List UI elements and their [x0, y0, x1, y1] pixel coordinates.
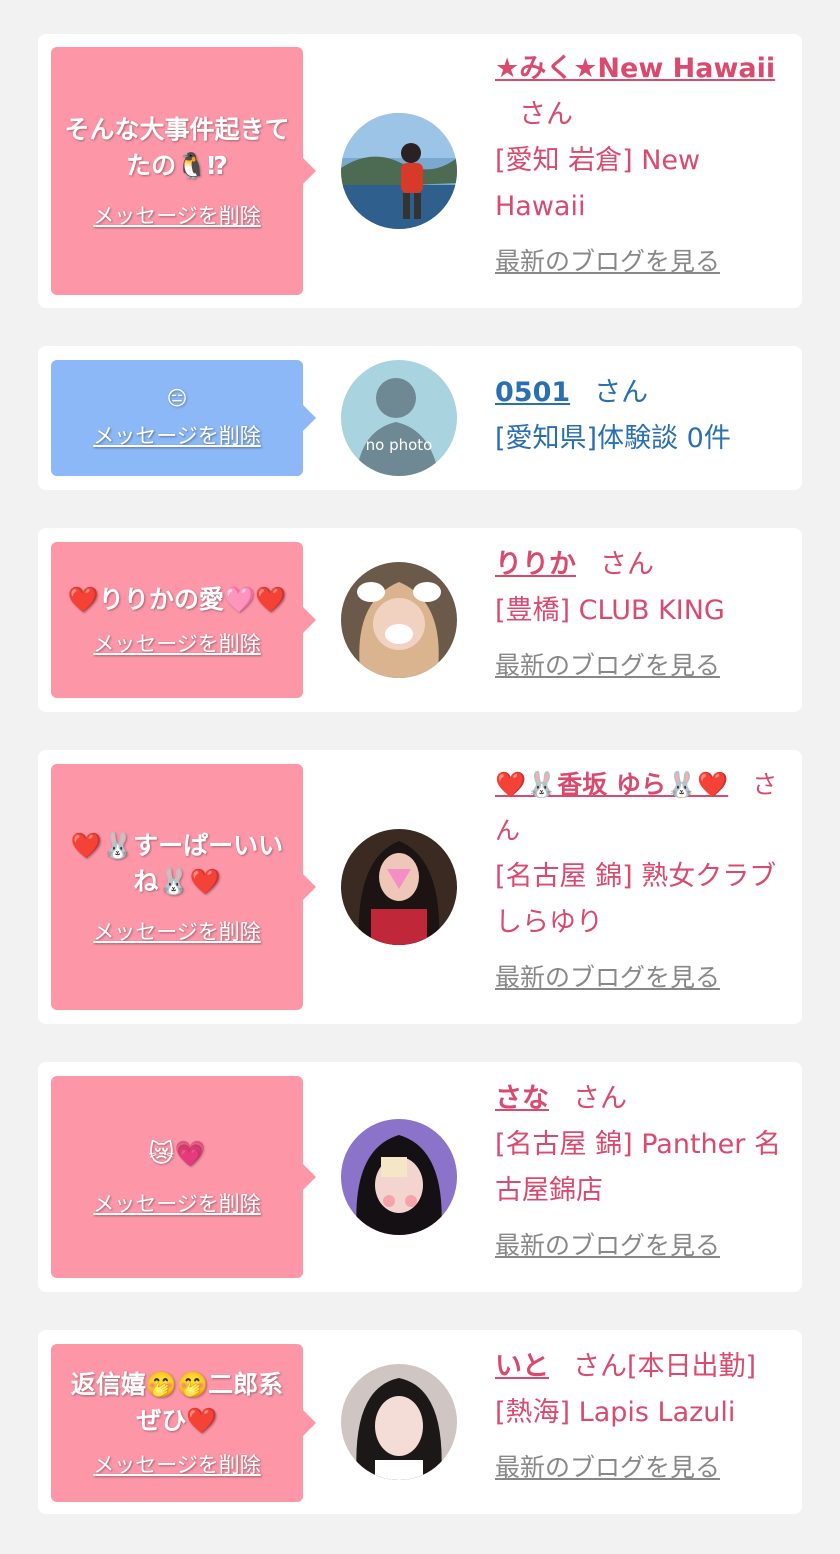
- avatar[interactable]: [341, 1119, 457, 1235]
- message-card: そんな大事件起きてたの🐧⁉ メッセージを削除 ★みく★New Hawaii さん …: [38, 34, 802, 308]
- avatar-photo-icon: [341, 829, 457, 945]
- user-info: りりか さん [豊橋] CLUB KING 最新のブログを見る: [495, 542, 795, 682]
- user-name-link[interactable]: 0501: [495, 377, 570, 408]
- user-info: いと さん[本日出勤] [熱海] Lapis Lazuli 最新のブログを見る: [495, 1344, 795, 1484]
- delete-message-link[interactable]: メッセージを削除: [93, 200, 261, 230]
- message-bubble: 😑 メッセージを削除: [51, 360, 316, 476]
- user-name-link[interactable]: さな: [495, 1083, 549, 1114]
- message-text: そんな大事件起きてたの🐧⁉: [64, 115, 290, 180]
- delete-message-link[interactable]: メッセージを削除: [93, 628, 261, 658]
- message-card: 返信嬉🤭🤭二郎系ぜひ❤️ メッセージを削除 いと さん[本日出勤] [熱海] La…: [38, 1330, 802, 1514]
- message-card: 😑 メッセージを削除 no photo 0501 さん [愛知県]体験談 0件: [38, 346, 802, 490]
- user-info: ★みく★New Hawaii さん [愛知 岩倉] New Hawaii 最新のブ…: [495, 46, 795, 278]
- no-photo-label: no photo: [366, 436, 433, 454]
- shop-info: [熱海] Lapis Lazuli: [495, 1397, 736, 1428]
- no-photo-icon: no photo: [341, 360, 457, 476]
- avatar[interactable]: [341, 562, 457, 678]
- delete-message-link[interactable]: メッセージを削除: [93, 420, 261, 450]
- message-bubble: 返信嬉🤭🤭二郎系ぜひ❤️ メッセージを削除: [51, 1344, 316, 1502]
- shop-info: [名古屋 錦] 熟女クラブしらゆり: [495, 861, 777, 938]
- latest-blog-link[interactable]: 最新のブログを見る: [495, 646, 795, 682]
- user-info: さな さん [名古屋 錦] Panther 名古屋錦店 最新のブログを見る: [495, 1076, 795, 1262]
- message-text: ❤️りりかの愛🩷❤️: [67, 585, 287, 614]
- honorific: さん: [600, 549, 654, 580]
- message-bubble: ❤️🐰すーぱーいいね🐰❤️ メッセージを削除: [51, 764, 316, 1010]
- delete-message-link[interactable]: メッセージを削除: [93, 1449, 261, 1479]
- message-card: 😿💗 メッセージを削除 さな さん [名古屋 錦] Panther 名古屋錦店 最…: [38, 1062, 802, 1292]
- avatar[interactable]: [341, 829, 457, 945]
- user-info: 0501 さん [愛知県]体験談 0件: [495, 370, 795, 462]
- user-info: ❤️🐰香坂 ゆら🐰❤️ さん [名古屋 錦] 熟女クラブしらゆり 最新のブログを見…: [495, 762, 795, 994]
- shop-info: [愛知県]体験談 0件: [495, 423, 731, 454]
- message-text: 😑: [166, 386, 188, 410]
- latest-blog-link[interactable]: 最新のブログを見る: [495, 1448, 795, 1484]
- honorific: さん: [573, 1351, 627, 1382]
- avatar-photo-icon: [341, 1119, 457, 1235]
- message-card: ❤️りりかの愛🩷❤️ メッセージを削除 りりか さん [豊橋] CLUB KING…: [38, 528, 802, 712]
- latest-blog-link[interactable]: 最新のブログを見る: [495, 242, 795, 278]
- avatar-photo-icon: [341, 1364, 457, 1480]
- message-text: ❤️🐰すーぱーいいね🐰❤️: [70, 831, 284, 896]
- message-text: 😿💗: [148, 1139, 206, 1168]
- delete-message-link[interactable]: メッセージを削除: [93, 916, 261, 946]
- shop-info: [名古屋 錦] Panther 名古屋錦店: [495, 1129, 781, 1206]
- message-bubble: ❤️りりかの愛🩷❤️ メッセージを削除: [51, 542, 316, 698]
- message-bubble: そんな大事件起きてたの🐧⁉ メッセージを削除: [51, 47, 316, 295]
- latest-blog-link[interactable]: 最新のブログを見る: [495, 958, 795, 994]
- message-card: ❤️🐰すーぱーいいね🐰❤️ メッセージを削除 ❤️🐰香坂 ゆら🐰❤️ さん [名古…: [38, 750, 802, 1024]
- honorific: さん: [519, 99, 573, 130]
- user-name-link[interactable]: ❤️🐰香坂 ゆら🐰❤️: [495, 770, 728, 799]
- latest-blog-link[interactable]: 最新のブログを見る: [495, 1226, 795, 1262]
- avatar[interactable]: [341, 1364, 457, 1480]
- delete-message-link[interactable]: メッセージを削除: [93, 1188, 261, 1218]
- message-text: 返信嬉🤭🤭二郎系ぜひ❤️: [70, 1370, 284, 1435]
- avatar[interactable]: no photo: [341, 360, 457, 476]
- message-bubble: 😿💗 メッセージを削除: [51, 1076, 316, 1278]
- user-name-link[interactable]: ★みく★New Hawaii: [495, 53, 775, 84]
- avatar-photo-icon: [341, 562, 457, 678]
- avatar-photo-icon: [341, 113, 457, 229]
- attendance-status: [本日出勤]: [627, 1351, 757, 1382]
- user-name-link[interactable]: いと: [495, 1351, 549, 1382]
- avatar[interactable]: [341, 113, 457, 229]
- user-name-link[interactable]: りりか: [495, 549, 576, 580]
- shop-info: [豊橋] CLUB KING: [495, 595, 725, 626]
- shop-info: [愛知 岩倉] New Hawaii: [495, 145, 701, 222]
- honorific: さん: [594, 377, 649, 408]
- honorific: さん: [573, 1083, 627, 1114]
